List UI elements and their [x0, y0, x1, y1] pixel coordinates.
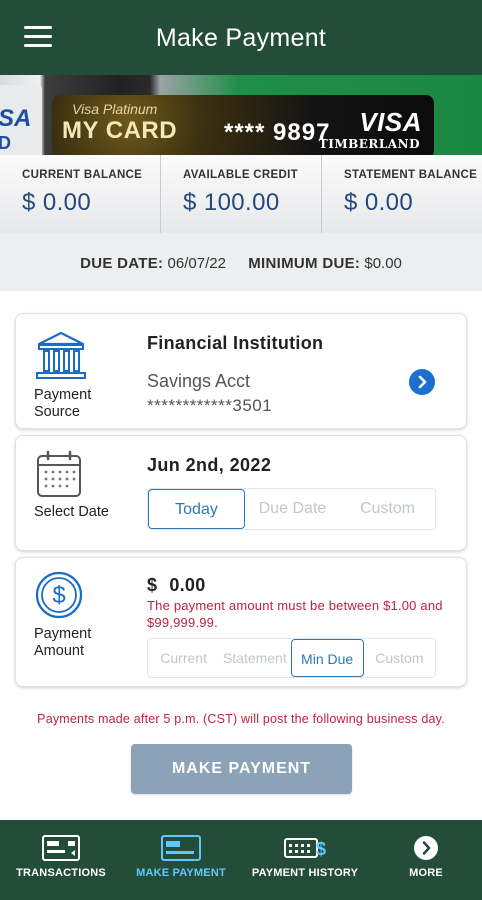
- date-option-today[interactable]: Today: [148, 489, 245, 529]
- bank-icon: [34, 330, 88, 382]
- statement-balance-label: STATEMENT BALANCE: [344, 169, 478, 181]
- nav-make-payment-label: MAKE PAYMENT: [136, 867, 226, 879]
- minimum-due-value: $0.00: [364, 255, 402, 272]
- chevron-right-icon[interactable]: [409, 369, 435, 395]
- transactions-icon: [42, 835, 80, 866]
- card-subtitle: Visa Platinum: [72, 101, 158, 117]
- amount-option-current[interactable]: Current: [148, 639, 219, 677]
- due-date-label: DUE DATE:: [80, 255, 164, 272]
- due-info: DUE DATE: 06/07/22 MINIMUM DUE: $0.00: [0, 233, 482, 291]
- payment-source-panel[interactable]: Payment Source Financial Institution Sav…: [15, 313, 467, 429]
- visa-logo: VISA: [359, 107, 422, 137]
- amount-option-custom[interactable]: Custom: [364, 639, 435, 677]
- amount-input[interactable]: $0.00: [147, 575, 206, 596]
- card-masked-number: **** 9897: [224, 119, 331, 146]
- make-payment-button[interactable]: MAKE PAYMENT: [131, 744, 352, 794]
- currency-symbol: $: [147, 575, 158, 595]
- payment-amount-label-line1: Payment: [34, 626, 92, 642]
- payment-source-label: Payment Source: [34, 387, 91, 421]
- amount-option-min-due[interactable]: Min Due: [290, 639, 364, 677]
- bank-logo: TIMBERLAND: [318, 137, 420, 151]
- page-title: Make Payment: [155, 24, 327, 52]
- account-number: ************3501: [147, 396, 273, 415]
- current-balance: CURRENT BALANCE $ 0.00: [0, 155, 161, 233]
- selected-card[interactable]: Visa Platinum MY CARD **** 9897 VISA TIM…: [52, 95, 434, 155]
- app-header: Make Payment: [0, 0, 482, 75]
- svg-text:$: $: [316, 839, 326, 859]
- statement-balance-value: $ 0.00: [344, 189, 414, 216]
- payment-amount-label-line2: Amount: [34, 643, 84, 659]
- calendar-icon: [34, 450, 88, 502]
- nav-more[interactable]: MORE: [370, 820, 482, 900]
- balance-summary: CURRENT BALANCE $ 0.00 AVAILABLE CREDIT …: [0, 155, 482, 233]
- payment-history-icon: $: [284, 835, 326, 866]
- institution-name: Financial Institution: [147, 333, 324, 353]
- cutoff-notice: Payments made after 5 p.m. (CST) will po…: [37, 712, 445, 726]
- nav-payment-history-label: PAYMENT HISTORY: [251, 867, 359, 879]
- nav-more-label: MORE: [409, 867, 443, 879]
- amount-value: 0.00: [169, 575, 206, 595]
- card-name: MY CARD: [62, 117, 178, 144]
- available-credit-label: AVAILABLE CREDIT: [183, 169, 298, 181]
- available-credit-value: $ 100.00: [183, 189, 280, 216]
- amount-option-group: Current Statement Min Due Custom: [147, 638, 436, 678]
- selected-date: Jun 2nd, 2022: [147, 455, 272, 475]
- card-carousel[interactable]: SA D Visa Platinum MY CARD **** 9897 VIS…: [0, 75, 482, 155]
- available-credit: AVAILABLE CREDIT $ 100.00: [161, 155, 322, 233]
- select-date-panel: Select Date Jun 2nd, 2022 Today Due Date…: [15, 435, 467, 551]
- due-date-value: 06/07/22: [167, 255, 226, 272]
- date-option-group: Today Due Date Custom: [147, 488, 436, 530]
- payment-amount-label: Payment Amount: [34, 626, 91, 660]
- account-name: Savings Acct: [147, 371, 251, 391]
- amount-option-statement[interactable]: Statement: [219, 639, 290, 677]
- statement-balance: STATEMENT BALANCE $ 0.00: [322, 155, 482, 233]
- nav-payment-history[interactable]: $ PAYMENT HISTORY: [240, 820, 370, 900]
- payment-amount-panel: $ Payment Amount $0.00 The payment amoun…: [15, 557, 467, 687]
- current-balance-label: CURRENT BALANCE: [22, 169, 143, 181]
- date-option-due-date[interactable]: Due Date: [245, 489, 340, 529]
- previous-card[interactable]: SA D: [0, 85, 42, 155]
- select-date-label: Select Date: [34, 504, 109, 520]
- payment-source-label-line2: Source: [34, 404, 80, 420]
- date-option-custom[interactable]: Custom: [340, 489, 435, 529]
- payment-source-label-line1: Payment: [34, 387, 92, 403]
- nav-transactions-label: TRANSACTIONS: [16, 867, 106, 879]
- dollar-icon: $: [34, 570, 88, 622]
- previous-card-brand-text: SA: [0, 105, 32, 132]
- nav-transactions[interactable]: TRANSACTIONS: [0, 820, 122, 900]
- current-balance-value: $ 0.00: [22, 189, 92, 216]
- previous-card-text: D: [0, 133, 11, 153]
- more-chevron-icon: [413, 835, 439, 866]
- minimum-due-label: MINIMUM DUE:: [248, 255, 361, 272]
- nav-make-payment[interactable]: MAKE PAYMENT: [122, 820, 240, 900]
- bottom-nav: TRANSACTIONS MAKE PAYMENT $ PAYMENT HIST…: [0, 820, 482, 900]
- svg-text:$: $: [52, 582, 65, 609]
- amount-error-message: The payment amount must be between $1.00…: [147, 598, 443, 630]
- card-payment-icon: [161, 835, 201, 866]
